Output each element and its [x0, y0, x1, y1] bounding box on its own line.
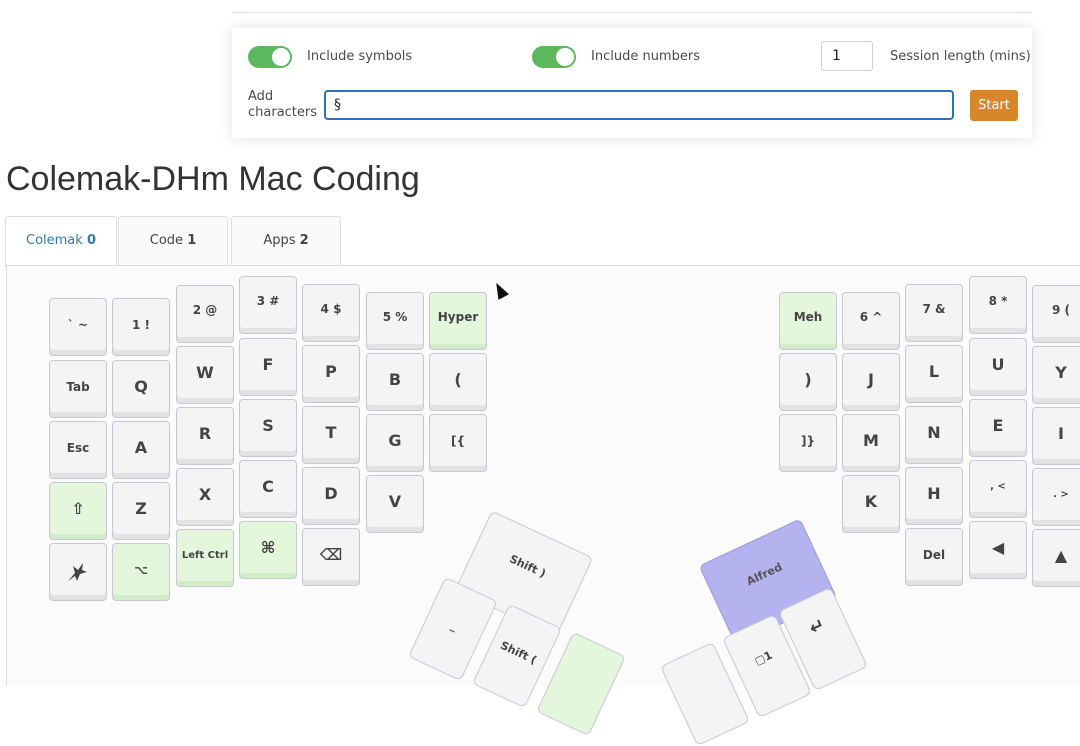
key-backspace: ⌫ [302, 528, 360, 586]
key-d: D [302, 467, 360, 525]
key-p: P [302, 345, 360, 403]
key-tab: Tab [49, 360, 107, 418]
page-title: Colemak-DHm Mac Coding [6, 160, 420, 198]
tab-colemak[interactable]: Colemak 0 [5, 216, 117, 267]
key-hyper: Hyper [429, 292, 487, 350]
key-u: U [969, 338, 1027, 396]
key-left-ctrl: Left Ctrl [176, 529, 234, 587]
add-characters-input[interactable]: § [324, 90, 954, 120]
numbers-label: Include numbers [591, 49, 700, 64]
key-y: Y [1032, 346, 1080, 404]
key-m: M [842, 414, 900, 472]
key-t: T [302, 406, 360, 464]
key-f: F [239, 338, 297, 396]
key-a: A [112, 421, 170, 479]
key-4: 4 $ [302, 284, 360, 342]
tab-colemak-label: Colemak [26, 233, 83, 248]
key-1: 1 ! [112, 298, 170, 356]
key-period: . > [1032, 468, 1080, 526]
key-8: 8 * [969, 276, 1027, 334]
key-paren-open: ( [429, 353, 487, 411]
tab-apps-num: 2 [299, 233, 309, 248]
add-characters-label-2: characters [248, 105, 318, 120]
numbers-toggle[interactable] [532, 46, 576, 68]
symbols-label: Include symbols [307, 49, 413, 64]
key-z: Z [112, 482, 170, 540]
key-logo [49, 543, 107, 601]
tab-code-label: Code [149, 233, 184, 248]
settings-panel: Include symbols Include numbers 1 Sessio… [232, 28, 1032, 138]
key-meh: Meh [779, 292, 837, 350]
tab-apps-label: Apps [263, 233, 296, 248]
top-divider [232, 12, 1032, 13]
key-comma: , < [969, 460, 1027, 518]
key-7: 7 & [905, 284, 963, 342]
key-alt: ⌥ [112, 543, 170, 601]
key-b: B [366, 353, 424, 411]
key-q: Q [112, 360, 170, 418]
key-9: 9 ( [1032, 285, 1080, 343]
key-n: N [905, 406, 963, 464]
key-x: X [176, 468, 234, 526]
key-5: 5 % [366, 292, 424, 350]
key-shift: ⇧ [49, 482, 107, 540]
key-w: W [176, 346, 234, 404]
tab-colemak-num: 0 [86, 233, 96, 248]
key-s: S [239, 399, 297, 457]
key-e: E [969, 399, 1027, 457]
key-left-arrow: ◀ [969, 521, 1027, 579]
key-r: R [176, 407, 234, 465]
key-g: G [366, 414, 424, 472]
key-backtick: ` ~ [49, 298, 107, 356]
key-del: Del [905, 528, 963, 586]
key-k: K [842, 475, 900, 533]
tab-code[interactable]: Code 1 [118, 216, 228, 265]
key-esc: Esc [49, 421, 107, 479]
key-6: 6 ^ [842, 292, 900, 350]
key-j: J [842, 353, 900, 411]
session-length-input[interactable]: 1 [821, 41, 873, 71]
symbols-toggle[interactable] [248, 46, 292, 68]
key-c: C [239, 460, 297, 518]
key-v: V [366, 475, 424, 533]
key-l: L [905, 345, 963, 403]
gazelle-logo-icon [68, 563, 87, 581]
key-i: I [1032, 407, 1080, 465]
key-bracket-close: ]} [779, 414, 837, 472]
key-paren-close: ) [779, 353, 837, 411]
tab-code-num: 1 [187, 233, 197, 248]
session-length-label: Session length (mins) [890, 49, 1031, 64]
key-3: 3 # [239, 276, 297, 334]
key-2: 2 @ [176, 285, 234, 343]
add-characters-label-1: Add [248, 89, 274, 104]
key-bracket-open: [{ [429, 414, 487, 472]
key-h: H [905, 467, 963, 525]
key-up-arrow: ▲ [1032, 529, 1080, 587]
key-cmd: ⌘ [239, 521, 297, 579]
start-button[interactable]: Start [970, 90, 1018, 121]
tab-apps[interactable]: Apps 2 [231, 216, 341, 265]
